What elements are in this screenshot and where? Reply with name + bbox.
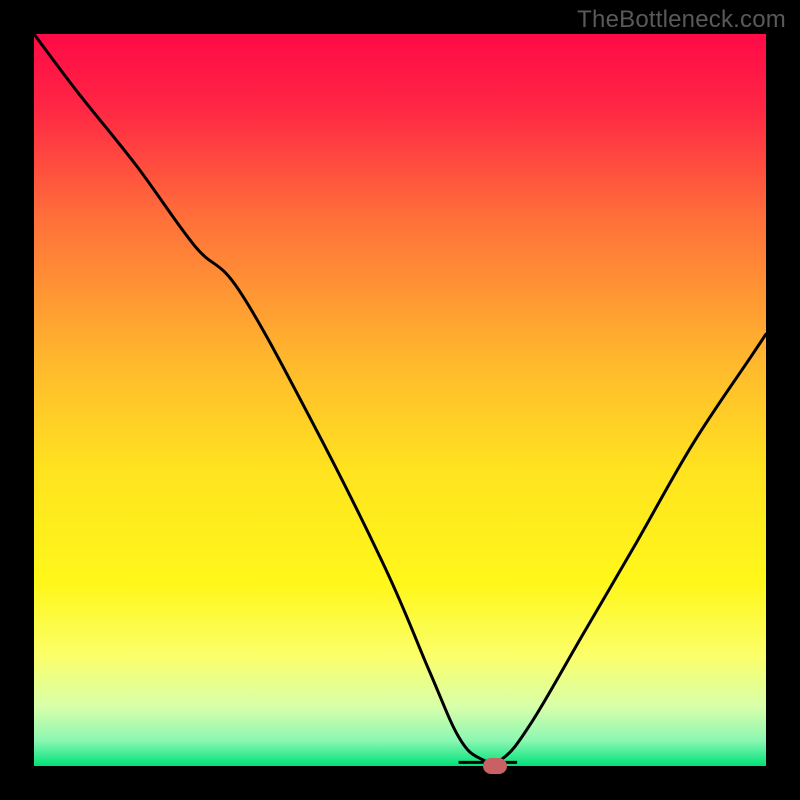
bottleneck-chart-svg [34, 34, 766, 766]
optimal-point-marker [483, 758, 507, 774]
watermark-label: TheBottleneck.com [577, 6, 786, 34]
plot-area [34, 34, 766, 766]
gradient-background [34, 34, 766, 766]
chart-frame: TheBottleneck.com [0, 0, 800, 800]
